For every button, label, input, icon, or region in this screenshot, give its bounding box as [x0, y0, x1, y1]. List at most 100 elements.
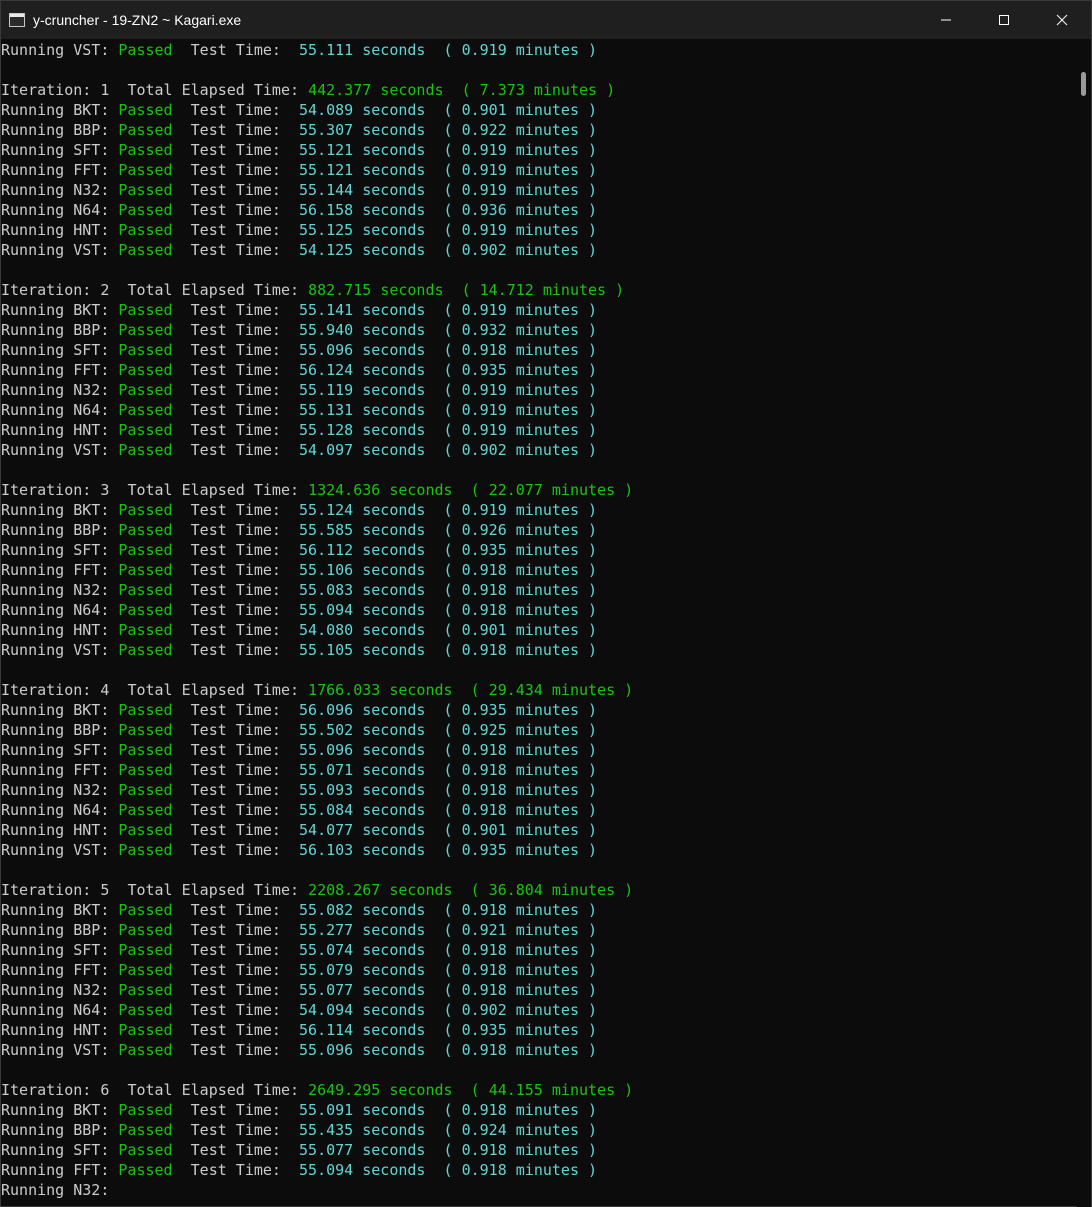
test-time-label: Test Time:	[190, 941, 281, 959]
test-result-line: Running BKT: Passed Test Time: 54.089 se…	[1, 101, 598, 119]
seconds-unit: seconds	[362, 1161, 426, 1179]
minimize-button[interactable]	[917, 1, 975, 39]
running-label: Running	[1, 601, 65, 619]
test-seconds: 54.097	[299, 441, 354, 459]
seconds-unit: seconds	[362, 541, 426, 559]
running-test-line: Running N32:	[1, 1181, 110, 1199]
paren-close: )	[579, 101, 598, 119]
running-label: Running	[1, 181, 65, 199]
test-status: Passed	[118, 341, 173, 359]
seconds-unit: seconds	[362, 561, 426, 579]
test-seconds: 55.144	[299, 181, 354, 199]
paren-open: (	[425, 781, 462, 799]
test-time-label: Test Time:	[190, 241, 281, 259]
vertical-scrollbar[interactable]	[1077, 40, 1091, 1207]
running-label: Running	[1, 341, 65, 359]
minutes-unit: minutes	[515, 1141, 579, 1159]
test-time-label: Test Time:	[190, 821, 281, 839]
test-seconds: 55.074	[299, 941, 354, 959]
test-time-label: Test Time:	[190, 501, 281, 519]
test-name: FFT	[73, 561, 101, 579]
paren-open: (	[425, 941, 462, 959]
test-minutes: 0.918	[461, 781, 507, 799]
paren-open: (	[425, 181, 462, 199]
test-time-label: Test Time:	[190, 1141, 281, 1159]
test-result-line: Running VST: Passed Test Time: 55.111 se…	[1, 41, 598, 59]
minutes-unit: minutes	[551, 1081, 616, 1099]
running-label: Running	[1, 1041, 65, 1059]
paren-close: )	[579, 381, 598, 399]
test-time-label: Test Time:	[190, 721, 281, 739]
maximize-button[interactable]	[975, 1, 1033, 39]
title-bar[interactable]: y-cruncher - 19-ZN2 ~ Kagari.exe	[1, 1, 1091, 39]
running-label: Running	[1, 501, 65, 519]
test-time-label: Test Time:	[190, 141, 281, 159]
close-icon	[1056, 14, 1068, 26]
test-time-label: Test Time:	[190, 781, 281, 799]
close-button[interactable]	[1033, 1, 1091, 39]
seconds-unit: seconds	[362, 1121, 426, 1139]
minutes-unit: minutes	[515, 401, 579, 419]
seconds-unit: seconds	[362, 361, 426, 379]
test-minutes: 0.935	[461, 841, 507, 859]
test-seconds: 56.103	[299, 841, 354, 859]
elapsed-seconds: 1324.636	[308, 481, 381, 499]
test-result-line: Running N32: Passed Test Time: 55.144 se…	[1, 181, 598, 199]
test-minutes: 0.925	[461, 721, 507, 739]
test-time-label: Test Time:	[190, 521, 281, 539]
paren-open: (	[425, 221, 462, 239]
test-time-label: Test Time:	[190, 41, 281, 59]
test-result-line: Running N64: Passed Test Time: 55.131 se…	[1, 401, 598, 419]
paren-close: )	[579, 821, 598, 839]
test-name: N32	[73, 781, 101, 799]
seconds-unit-prefix	[380, 681, 389, 699]
paren-open: (	[425, 501, 462, 519]
running-label: Running	[1, 1001, 65, 1019]
minutes-unit: minutes	[515, 1101, 579, 1119]
total-elapsed-label: Total Elapsed Time:	[127, 881, 300, 899]
paren-close: )	[579, 1121, 598, 1139]
minutes-unit: minutes	[515, 441, 579, 459]
test-time-label: Test Time:	[190, 361, 281, 379]
test-status: Passed	[118, 821, 173, 839]
scrollbar-thumb[interactable]	[1081, 72, 1086, 96]
minutes-unit: minutes	[542, 281, 607, 299]
running-label: Running	[1, 1121, 65, 1139]
minutes-unit: minutes	[515, 301, 579, 319]
test-name: BKT	[73, 701, 101, 719]
seconds-unit: seconds	[362, 101, 426, 119]
test-time-label: Test Time:	[190, 301, 281, 319]
test-name: SFT	[73, 341, 101, 359]
terminal-output[interactable]: Running VST: Passed Test Time: 55.111 se…	[1, 40, 1077, 1207]
test-time-label: Test Time:	[190, 921, 281, 939]
test-name: FFT	[73, 161, 101, 179]
test-name: SFT	[73, 941, 101, 959]
seconds-unit: seconds	[362, 961, 426, 979]
minutes-unit: minutes	[515, 121, 579, 139]
minimize-icon	[941, 19, 951, 21]
test-seconds: 55.121	[299, 161, 354, 179]
test-seconds: 55.091	[299, 1101, 354, 1119]
test-name: N32	[73, 981, 101, 999]
test-minutes: 0.919	[461, 501, 507, 519]
test-result-line: Running FFT: Passed Test Time: 55.071 se…	[1, 761, 598, 779]
minutes-unit: minutes	[515, 41, 579, 59]
minutes-unit: minutes	[515, 581, 579, 599]
minutes-unit: minutes	[515, 201, 579, 219]
